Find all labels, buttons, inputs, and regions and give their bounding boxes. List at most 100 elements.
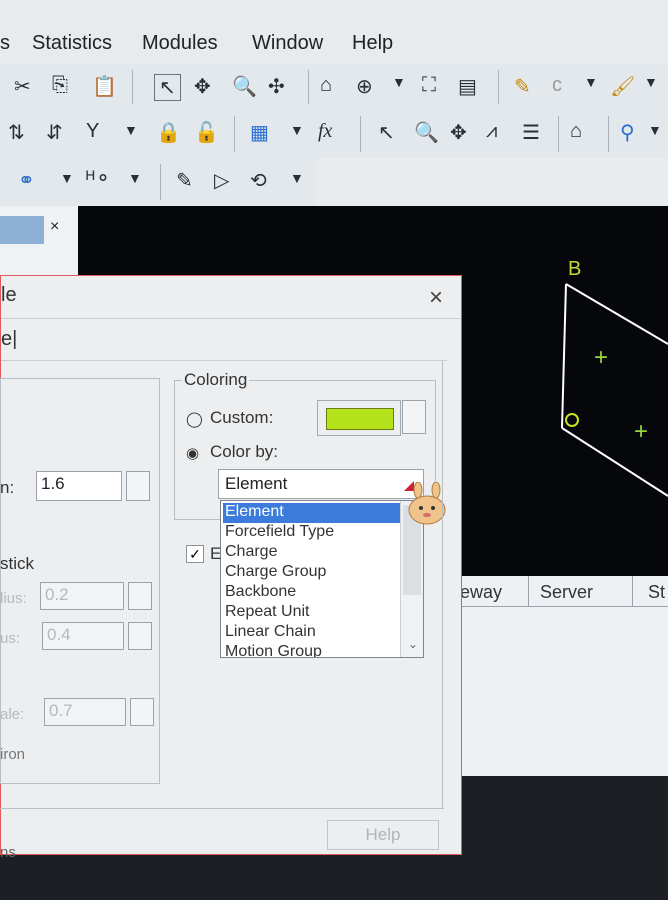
custom-label: Custom: — [210, 408, 274, 427]
radius-input[interactable]: 1.6 — [36, 471, 122, 501]
color-by-options[interactable]: Element Forcefield Type Charge Charge Gr… — [220, 500, 424, 658]
option-charge[interactable]: Charge — [223, 543, 401, 563]
select-arrow-icon[interactable]: ↖ — [154, 74, 181, 101]
chevron-down-icon[interactable]: ⌄ — [408, 637, 418, 651]
peak-icon[interactable]: ⩘ — [486, 120, 497, 143]
rotate-icon[interactable]: ⟲ — [250, 168, 267, 193]
chevron-down-icon[interactable]: ▼ — [584, 74, 598, 90]
radio-custom[interactable]: ◯ — [186, 410, 203, 428]
stick-radius-input[interactable]: 0.2 — [40, 582, 124, 610]
zoom-icon[interactable]: 🔍 — [232, 74, 257, 99]
scale-spinner[interactable] — [130, 698, 154, 726]
chevron-down-icon[interactable]: ▼ — [290, 170, 304, 186]
bond-radius-input[interactable]: 0.4 — [42, 622, 124, 650]
fit-icon[interactable]: ⛶ — [422, 74, 436, 97]
brush-icon[interactable]: 🖌 — [610, 74, 635, 99]
play-icon[interactable]: ▷ — [214, 168, 229, 193]
cut-icon[interactable]: ✂ — [14, 74, 31, 99]
stick-radius-spinner[interactable] — [128, 582, 152, 610]
bond-radius-spinner[interactable] — [128, 622, 152, 650]
origin-marker — [565, 413, 579, 427]
c-icon[interactable]: c — [552, 74, 562, 97]
atom-marker: + — [594, 344, 609, 371]
chevron-down-icon[interactable]: ▼ — [128, 170, 142, 186]
tab-status[interactable]: St — [648, 582, 665, 603]
filter-icon[interactable]: Y — [86, 120, 99, 143]
tab-divider — [528, 576, 529, 606]
menu-item-statistics[interactable]: Statistics — [32, 32, 112, 55]
sort-desc-icon[interactable]: ⇵ — [46, 120, 63, 145]
menu-item-s[interactable]: s — [0, 32, 10, 55]
document-tab[interactable]: × — [0, 206, 78, 276]
chevron-down-icon[interactable]: ▼ — [648, 122, 662, 138]
chevron-down-icon[interactable]: ▼ — [124, 122, 138, 138]
crosshair-icon[interactable]: ⊕ — [356, 74, 373, 99]
menubar: s Statistics Modules Window Help — [0, 0, 668, 64]
lock-icon[interactable]: 🔒 — [156, 120, 181, 145]
move-icon[interactable]: ✥ — [450, 120, 467, 145]
edit-icon[interactable]: ✎ — [176, 168, 193, 193]
chevron-down-icon[interactable]: ▼ — [392, 74, 406, 90]
stick-radius-label: lius: — [0, 590, 27, 607]
pencil-icon[interactable]: ✎ — [514, 74, 531, 99]
stick-label: stick — [0, 554, 34, 573]
chevron-down-icon[interactable]: ▼ — [290, 122, 304, 138]
scale-label: ale: — [0, 706, 25, 723]
fx-icon[interactable]: fx — [318, 120, 332, 143]
sort-asc-icon[interactable]: ⇅ — [8, 120, 25, 145]
toolbar-tertiary: ⚭ ▼ ᴴ⚬ ▼ ✎ ▷ ⟲ ▼ — [0, 158, 316, 207]
unlock-icon[interactable]: 🔓 — [194, 120, 219, 145]
chevron-down-icon[interactable]: ▼ — [60, 170, 74, 186]
menu-item-window[interactable]: Window — [252, 32, 323, 55]
option-repeat-unit[interactable]: Repeat Unit — [223, 603, 401, 623]
dialog-divider — [442, 360, 443, 808]
lattice-edge — [561, 283, 567, 429]
home-icon[interactable]: ⌂ — [570, 120, 582, 143]
job-panel-tabs: eway Server St — [456, 576, 668, 607]
color-by-select[interactable]: Element — [218, 469, 424, 499]
option-element[interactable]: Element — [223, 503, 401, 523]
chevron-down-icon[interactable]: ▼ — [644, 74, 658, 90]
scale-input[interactable]: 0.7 — [44, 698, 126, 726]
radio-color-by[interactable]: ◉ — [186, 444, 199, 462]
separator — [308, 70, 309, 104]
copy-icon[interactable]: ⎘ — [52, 74, 68, 97]
color-swatch[interactable] — [326, 408, 394, 430]
home-icon[interactable]: ⌂ — [320, 74, 332, 97]
tab-atom[interactable]: e| — [1, 328, 17, 351]
separator — [234, 116, 235, 152]
menu-item-modules[interactable]: Modules — [142, 32, 218, 55]
wizard-icon[interactable]: ▤ — [458, 74, 477, 99]
grid-icon[interactable]: ▦ — [250, 120, 269, 145]
option-charge-group[interactable]: Charge Group — [223, 563, 401, 583]
dialog-title: le — [1, 284, 17, 306]
radius-label: n: — [0, 478, 15, 497]
tree-icon[interactable]: ⚲ — [620, 120, 635, 145]
option-forcefield-type[interactable]: Forcefield Type — [223, 523, 401, 543]
bars-icon[interactable]: ☰ — [522, 120, 540, 145]
radius-spinner[interactable] — [126, 471, 150, 501]
paste-icon[interactable]: 📋 — [92, 74, 117, 99]
move-icon[interactable]: ✥ — [194, 74, 211, 99]
option-linear-chain[interactable]: Linear Chain — [223, 623, 401, 643]
tab-gateway[interactable]: eway — [460, 582, 502, 603]
toolbar-empty-area — [316, 158, 668, 206]
close-icon[interactable]: × — [50, 218, 59, 236]
pan-icon[interactable]: ✣ — [268, 74, 285, 99]
tab-divider — [632, 576, 633, 606]
close-icon[interactable]: × — [429, 284, 443, 312]
arrow-icon[interactable]: ↖ — [378, 120, 395, 145]
option-backbone[interactable]: Backbone — [223, 583, 401, 603]
menu-item-help[interactable]: Help — [352, 32, 393, 55]
atom-marker: + — [634, 418, 649, 445]
tab-server[interactable]: Server — [540, 582, 593, 603]
option-motion-group[interactable]: Motion Group — [223, 643, 401, 657]
show-checkbox[interactable]: ✓ — [186, 545, 204, 563]
lattice-edge — [561, 427, 668, 497]
color-spinner[interactable] — [402, 400, 426, 434]
magnify-icon[interactable]: 🔍 — [414, 120, 439, 145]
help-button[interactable]: Help — [327, 820, 439, 850]
atom-icon[interactable]: ⚭ — [18, 168, 35, 193]
separator — [608, 116, 609, 152]
hydrogen-icon[interactable]: ᴴ⚬ — [86, 166, 111, 191]
